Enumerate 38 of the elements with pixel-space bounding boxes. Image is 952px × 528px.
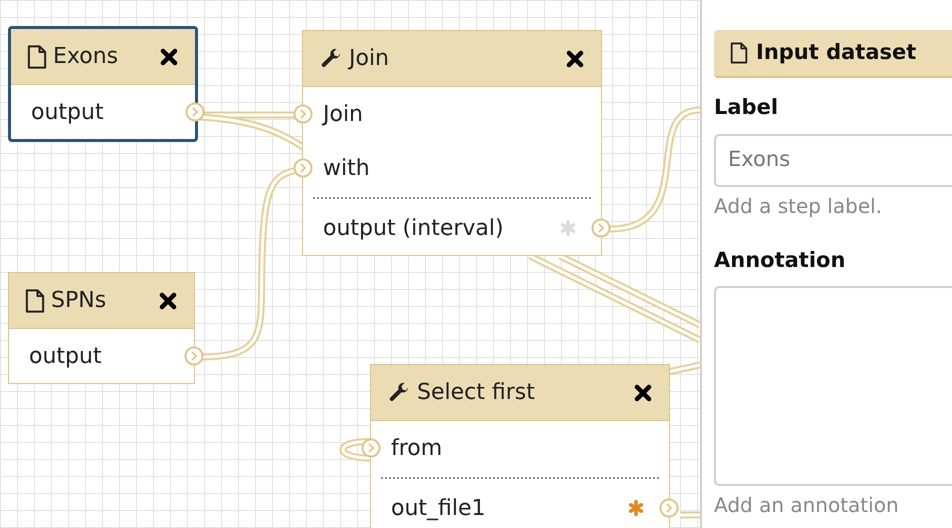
output-port[interactable] (185, 102, 205, 122)
help-text: Add an annotation (714, 492, 900, 519)
output-port[interactable] (591, 218, 611, 238)
input-port[interactable] (293, 158, 313, 178)
close-button[interactable] (159, 46, 179, 66)
file-icon (25, 288, 45, 314)
output-label: output (interval) (323, 214, 504, 242)
output-label: output (31, 98, 104, 126)
field-heading: Annotation (714, 246, 846, 274)
output-label: output (29, 342, 102, 370)
node-header[interactable]: SPNs (9, 273, 194, 329)
node-header[interactable]: Select first (371, 365, 669, 421)
input-port[interactable] (293, 104, 313, 124)
node-title: SPNs (51, 287, 106, 315)
output-port[interactable] (184, 346, 204, 366)
panel-title: Input dataset (756, 39, 916, 66)
node-header[interactable]: Exons (11, 29, 195, 85)
file-icon (730, 41, 748, 65)
close-button[interactable] (158, 290, 178, 310)
field-heading: Label (714, 94, 780, 121)
node-header[interactable]: Join (303, 31, 601, 87)
label-field[interactable]: Exons (714, 134, 952, 186)
node-title: Exons (53, 43, 118, 71)
input-label: Join (323, 100, 364, 128)
close-button[interactable] (565, 48, 585, 68)
annotation-field[interactable] (714, 286, 952, 486)
node-title: Select first (417, 379, 535, 407)
output-port[interactable] (659, 498, 679, 518)
input-port[interactable] (361, 438, 381, 458)
node-title: Join (349, 45, 390, 73)
close-button[interactable] (633, 382, 653, 402)
input-label: with (323, 154, 370, 182)
output-label: out_file1 (391, 494, 486, 522)
asterisk-icon[interactable] (559, 219, 577, 237)
asterisk-icon[interactable] (627, 499, 645, 517)
input-label: from (391, 434, 442, 462)
file-icon (27, 44, 47, 70)
help-text: Add a step label. (714, 192, 884, 220)
